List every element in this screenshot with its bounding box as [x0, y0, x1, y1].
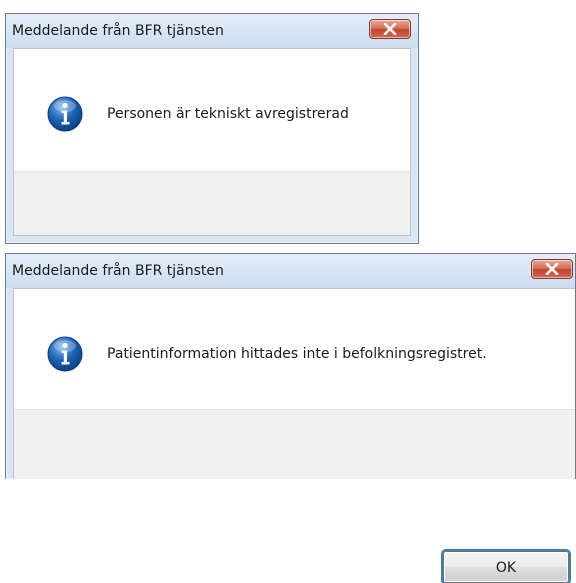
- message-text: Patientinformation hittades inte i befol…: [107, 346, 487, 362]
- dialog-body: Personen är tekniskt avregistrerad OK: [13, 48, 414, 347]
- close-icon: [545, 263, 559, 275]
- dialog-title: Meddelande från BFR tjänsten: [12, 263, 224, 279]
- dialog-body: Patientinformation hittades inte i befol…: [13, 288, 575, 583]
- close-button[interactable]: [531, 259, 573, 279]
- ok-button[interactable]: OK: [443, 551, 569, 583]
- button-bar: OK: [14, 409, 575, 583]
- dialog-titlebar[interactable]: Meddelande från BFR tjänsten: [6, 254, 575, 288]
- message-dialog-1: Meddelande från BFR tjänsten Personen är…: [5, 13, 419, 347]
- close-icon: [383, 23, 397, 35]
- button-bar: OK: [14, 171, 414, 347]
- dialog-titlebar[interactable]: Meddelande från BFR tjänsten: [6, 14, 418, 48]
- close-button[interactable]: [369, 19, 411, 39]
- dialog-title: Meddelande från BFR tjänsten: [12, 23, 224, 39]
- message-text: Personen är tekniskt avregistrerad: [107, 106, 349, 122]
- message-area: Patientinformation hittades inte i befol…: [14, 289, 575, 409]
- info-icon: [47, 336, 83, 372]
- info-icon: [47, 96, 83, 132]
- message-area: Personen är tekniskt avregistrerad: [14, 49, 410, 171]
- message-dialog-2: Meddelande från BFR tjänsten Patientinfo…: [5, 253, 576, 583]
